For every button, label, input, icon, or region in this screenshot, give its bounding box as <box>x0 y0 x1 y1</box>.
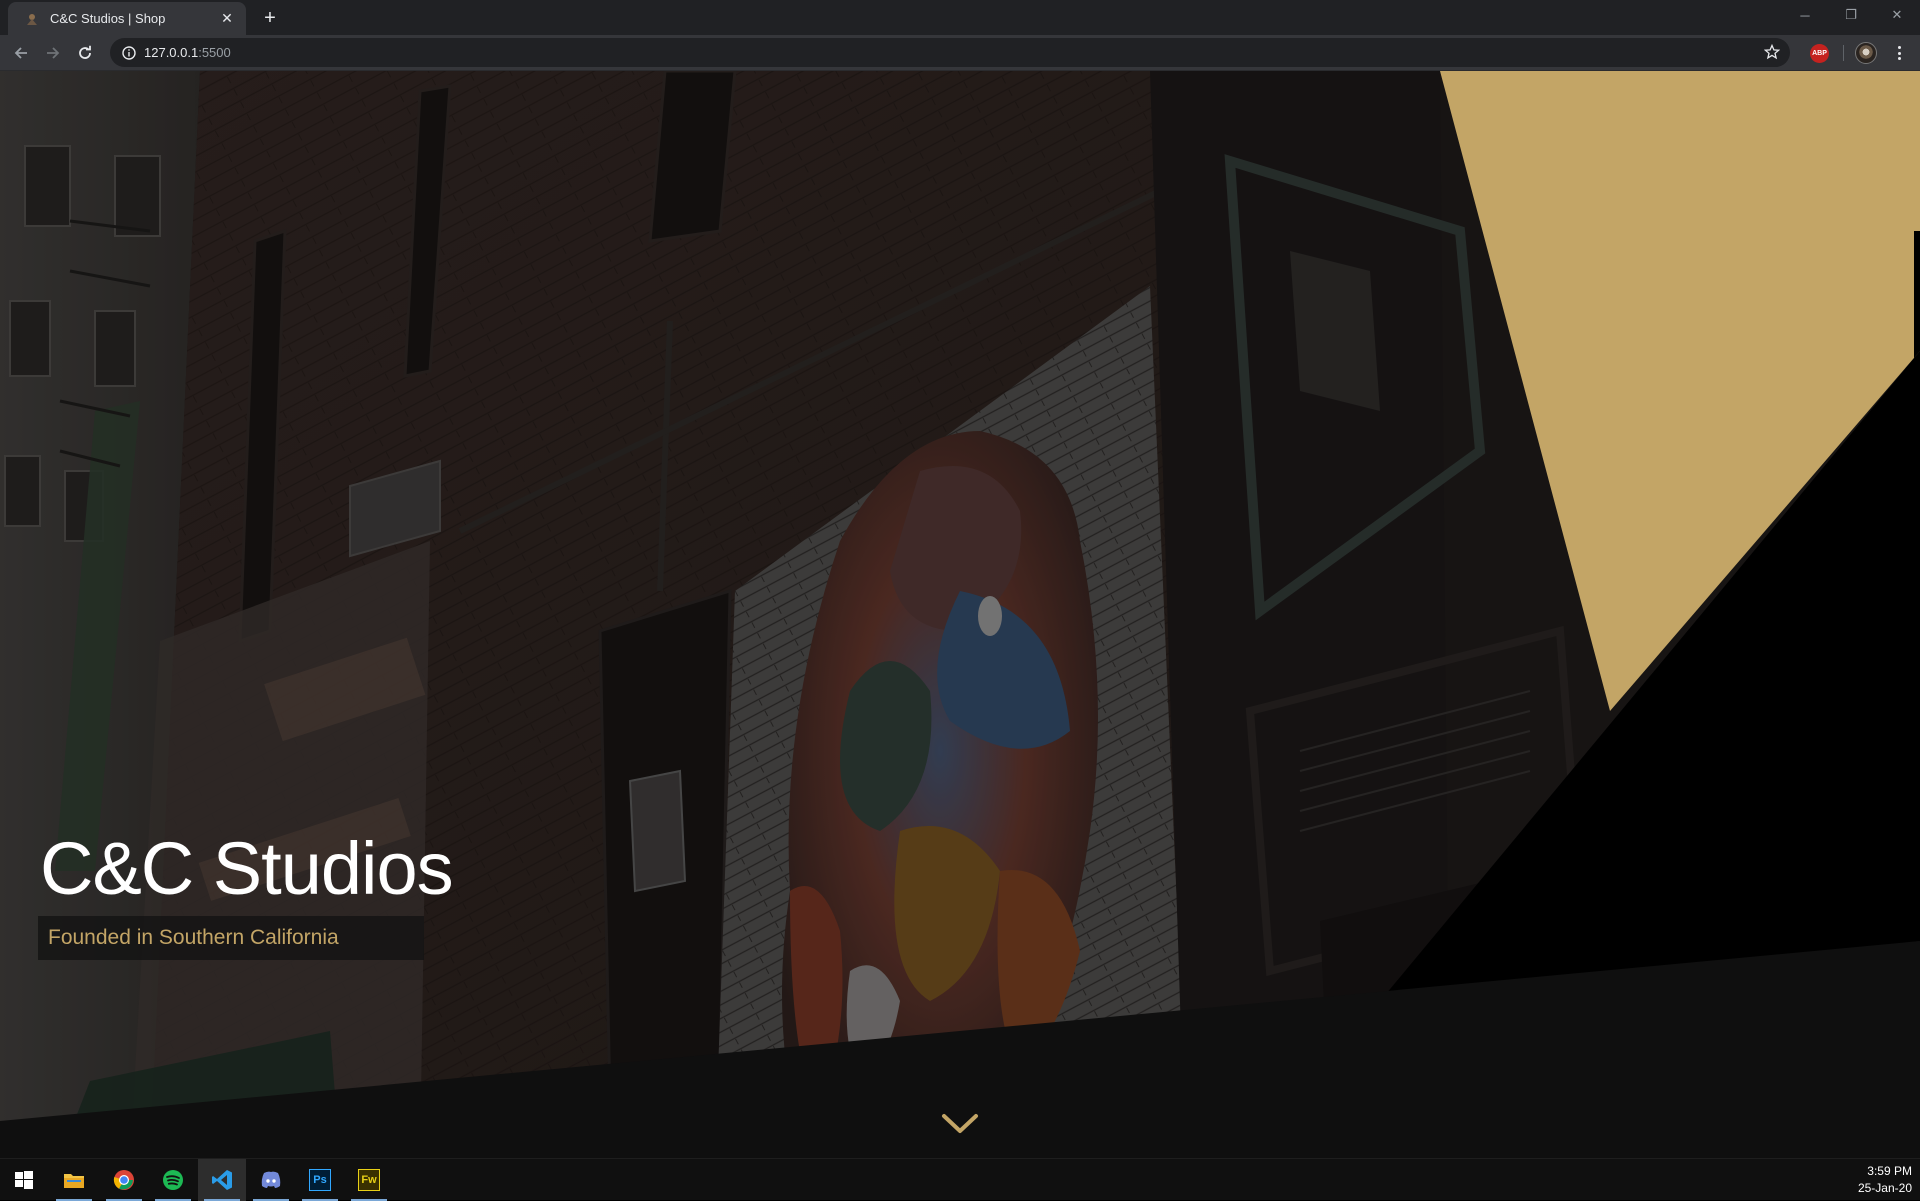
site-info-icon[interactable] <box>114 45 144 60</box>
profile-avatar[interactable] <box>1855 42 1877 64</box>
system-clock[interactable]: 3:59 PM 25-Jan-20 <box>1858 1163 1912 1197</box>
clock-time: 3:59 PM <box>1867 1164 1912 1178</box>
windows-start-icon[interactable] <box>0 1159 48 1201</box>
restore-button[interactable]: ❐ <box>1828 0 1874 30</box>
adblock-extension-icon[interactable]: ABP <box>1810 44 1829 63</box>
fireworks-icon[interactable]: Fw <box>345 1159 393 1201</box>
reload-button[interactable] <box>72 40 98 66</box>
back-button[interactable] <box>8 40 34 66</box>
forward-arrow-icon <box>47 47 60 59</box>
photoshop-label: Ps <box>309 1169 331 1191</box>
close-window-button[interactable]: ✕ <box>1874 0 1920 30</box>
browser-toolbar: 127.0.0.1 :5500 ABP <box>0 35 1920 71</box>
clock-date: 25-Jan-20 <box>1857 1181 1912 1195</box>
bookmark-star-icon[interactable] <box>1764 44 1780 60</box>
browser-tab-bar: C&C Studios | Shop ✕ + ─ ❐ ✕ <box>0 0 1920 35</box>
photoshop-icon[interactable]: Ps <box>296 1159 344 1201</box>
minimize-button[interactable]: ─ <box>1782 0 1828 30</box>
hero-bottom-band <box>0 351 1920 1158</box>
page-viewport: C&C Studios Founded in Southern Californ… <box>0 71 1920 1158</box>
discord-icon[interactable] <box>247 1159 295 1201</box>
tab-title: C&C Studios | Shop <box>50 11 166 26</box>
chrome-icon[interactable] <box>100 1159 148 1201</box>
hero-tagline: Founded in Southern California <box>38 916 424 960</box>
window-controls: ─ ❐ ✕ <box>1782 0 1920 30</box>
toolbar-divider <box>1843 45 1844 61</box>
browser-menu-icon[interactable] <box>1890 44 1908 62</box>
reload-icon <box>79 45 91 59</box>
forward-button[interactable] <box>40 40 66 66</box>
browser-tab-active[interactable]: C&C Studios | Shop ✕ <box>8 2 246 35</box>
windows-taskbar: Ps Fw 3:59 PM 25-Jan-20 <box>0 1158 1920 1201</box>
spotify-icon[interactable] <box>149 1159 197 1201</box>
tab-close-icon[interactable]: ✕ <box>218 10 236 28</box>
address-bar[interactable]: 127.0.0.1 :5500 <box>110 38 1790 67</box>
url-port: :5500 <box>198 45 231 60</box>
chevron-down-icon[interactable] <box>940 1111 980 1137</box>
file-explorer-icon[interactable] <box>50 1159 98 1201</box>
fireworks-label: Fw <box>358 1169 380 1191</box>
site-favicon-icon <box>24 11 40 27</box>
vscode-icon[interactable] <box>198 1159 246 1201</box>
url-host: 127.0.0.1 <box>144 45 199 60</box>
back-arrow-icon <box>14 47 27 59</box>
new-tab-button[interactable]: + <box>258 6 282 30</box>
hero-title: C&C Studios <box>40 827 454 910</box>
